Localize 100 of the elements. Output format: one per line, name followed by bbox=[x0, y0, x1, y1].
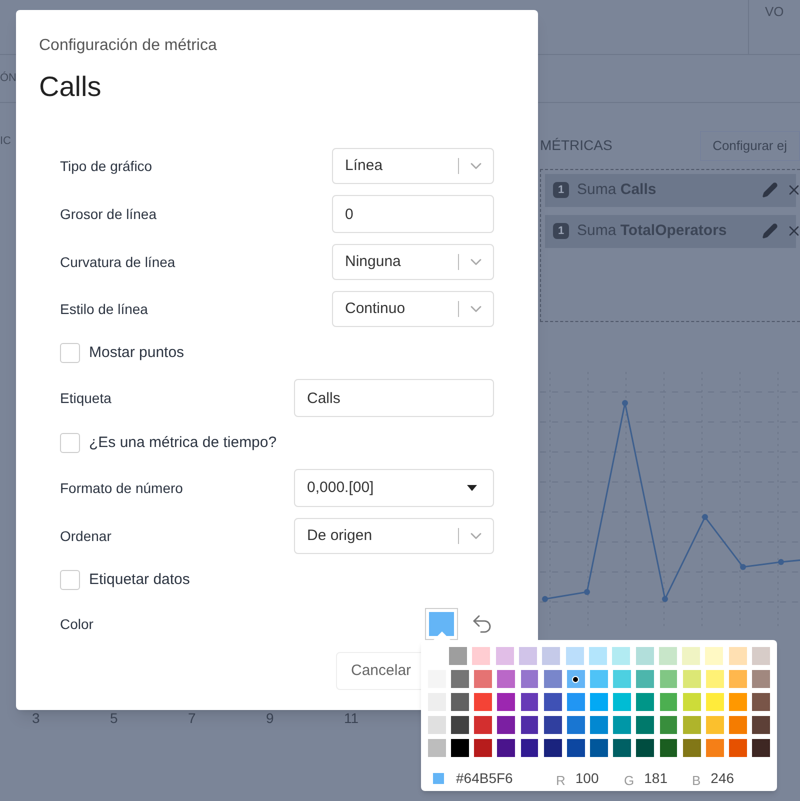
color-swatch[interactable] bbox=[613, 670, 632, 688]
color-swatch[interactable] bbox=[590, 739, 608, 757]
color-swatch[interactable] bbox=[497, 716, 516, 734]
color-swatch[interactable] bbox=[520, 739, 538, 757]
text-field[interactable]: 0 bbox=[332, 195, 494, 233]
color-swatch[interactable] bbox=[660, 670, 678, 688]
select-field[interactable]: De origen bbox=[294, 518, 494, 554]
color-swatch[interactable] bbox=[612, 647, 630, 665]
color-swatch[interactable] bbox=[613, 693, 632, 711]
color-swatch[interactable] bbox=[497, 739, 516, 757]
color-swatch[interactable] bbox=[682, 670, 701, 688]
axis-label: 5 bbox=[110, 710, 118, 726]
color-swatch[interactable] bbox=[682, 647, 700, 665]
color-swatch[interactable] bbox=[566, 716, 585, 734]
count-badge: 1 bbox=[553, 223, 569, 239]
color-swatch[interactable] bbox=[613, 739, 632, 757]
color-swatch[interactable] bbox=[728, 670, 747, 688]
color-swatch-button[interactable] bbox=[425, 608, 458, 640]
color-swatch[interactable] bbox=[636, 670, 654, 688]
edit-icon[interactable] bbox=[762, 182, 778, 198]
checkbox[interactable] bbox=[60, 570, 80, 590]
color-swatch[interactable] bbox=[566, 670, 585, 688]
color-swatch[interactable] bbox=[706, 739, 724, 757]
axis-label: 9 bbox=[266, 710, 274, 726]
color-swatch[interactable] bbox=[449, 647, 468, 665]
checkbox[interactable] bbox=[60, 343, 80, 363]
channel-value: 181 bbox=[644, 769, 668, 788]
color-swatch[interactable] bbox=[705, 647, 724, 665]
axis-label: 3 bbox=[32, 710, 40, 726]
color-swatch[interactable] bbox=[497, 670, 516, 688]
select-field[interactable]: Continuo bbox=[332, 291, 494, 327]
color-swatch[interactable] bbox=[474, 739, 492, 757]
color-swatch[interactable] bbox=[636, 647, 654, 665]
color-swatch[interactable] bbox=[636, 739, 654, 757]
color-swatch[interactable] bbox=[451, 670, 469, 688]
hex-value: #64B5F6 bbox=[456, 769, 514, 788]
color-swatch[interactable] bbox=[451, 693, 469, 711]
color-swatch[interactable] bbox=[566, 693, 585, 711]
caret-icon bbox=[467, 485, 477, 491]
color-swatch[interactable] bbox=[682, 693, 701, 711]
color-swatch[interactable] bbox=[660, 716, 678, 734]
color-swatch[interactable] bbox=[474, 670, 492, 688]
select-field[interactable]: Ninguna bbox=[332, 244, 494, 280]
count-badge: 1 bbox=[553, 182, 569, 198]
color-swatch[interactable] bbox=[590, 693, 608, 711]
color-swatch[interactable] bbox=[728, 716, 747, 734]
color-swatch[interactable] bbox=[428, 739, 446, 757]
color-swatch[interactable] bbox=[658, 647, 677, 665]
color-swatch[interactable] bbox=[497, 693, 516, 711]
color-swatch[interactable] bbox=[752, 693, 770, 711]
color-swatch[interactable] bbox=[706, 693, 724, 711]
color-swatch[interactable] bbox=[660, 739, 678, 757]
color-swatch[interactable] bbox=[660, 693, 678, 711]
color-swatch[interactable] bbox=[451, 716, 469, 734]
field-label: Estilo de línea bbox=[60, 300, 148, 318]
color-swatch[interactable] bbox=[728, 693, 747, 711]
select-field[interactable]: Línea bbox=[332, 148, 494, 184]
text-field[interactable]: Calls bbox=[294, 379, 494, 417]
color-swatch[interactable] bbox=[544, 716, 562, 734]
color-swatch[interactable] bbox=[752, 670, 770, 688]
color-swatch[interactable] bbox=[544, 670, 562, 688]
color-swatch[interactable] bbox=[544, 693, 562, 711]
color-swatch[interactable] bbox=[752, 739, 770, 757]
color-swatch[interactable] bbox=[590, 716, 608, 734]
color-swatch[interactable] bbox=[636, 716, 654, 734]
color-swatch[interactable] bbox=[682, 739, 701, 757]
color-swatch[interactable] bbox=[566, 647, 584, 665]
checkbox-label: Etiquetar datos bbox=[89, 570, 190, 590]
axis-label: 11 bbox=[344, 710, 359, 726]
dropdown-field[interactable]: 0,000.[00] bbox=[294, 469, 494, 507]
color-swatch[interactable] bbox=[520, 693, 538, 711]
color-swatch[interactable] bbox=[728, 739, 747, 757]
color-swatch[interactable] bbox=[544, 739, 562, 757]
color-swatch[interactable] bbox=[474, 716, 492, 734]
color-swatch[interactable] bbox=[520, 716, 538, 734]
checkbox[interactable] bbox=[60, 433, 80, 453]
color-swatch[interactable] bbox=[706, 716, 724, 734]
color-swatch[interactable] bbox=[451, 739, 469, 757]
color-swatch[interactable] bbox=[472, 647, 490, 665]
channel-label: G bbox=[624, 772, 634, 790]
axis-label: 7 bbox=[188, 710, 196, 726]
color-swatch[interactable] bbox=[613, 716, 632, 734]
edit-icon[interactable] bbox=[762, 223, 778, 239]
color-swatch[interactable] bbox=[728, 647, 747, 665]
color-swatch[interactable] bbox=[474, 693, 492, 711]
color-swatch[interactable] bbox=[752, 716, 770, 734]
field-label: Color bbox=[60, 614, 94, 634]
color-swatch[interactable] bbox=[706, 670, 724, 688]
color-swatch[interactable] bbox=[428, 716, 446, 734]
color-swatch[interactable] bbox=[588, 647, 607, 665]
color-swatch[interactable] bbox=[519, 647, 538, 665]
color-swatch[interactable] bbox=[590, 670, 608, 688]
section-label: IC bbox=[0, 134, 12, 149]
color-swatch[interactable] bbox=[496, 647, 514, 665]
color-swatch[interactable] bbox=[682, 716, 701, 734]
color-swatch[interactable] bbox=[566, 739, 585, 757]
color-swatch[interactable] bbox=[752, 647, 770, 665]
color-swatch[interactable] bbox=[636, 693, 654, 711]
color-swatch[interactable] bbox=[520, 670, 538, 688]
color-swatch[interactable] bbox=[542, 647, 560, 665]
